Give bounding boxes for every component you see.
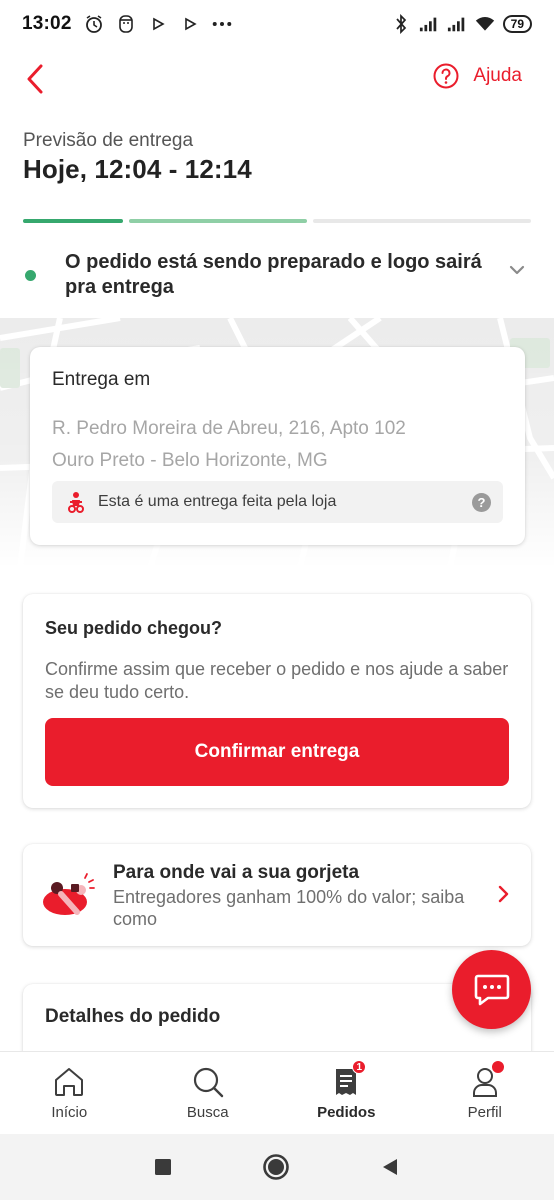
status-bar: 13:02 79 xyxy=(0,0,554,48)
nav-pedidos[interactable]: 1 Pedidos xyxy=(277,1052,416,1133)
confirm-delivery-button[interactable]: Confirmar entrega xyxy=(45,718,509,786)
tip-info-card[interactable]: Para onde vai a sua gorjeta Entregadores… xyxy=(23,844,531,946)
wifi-icon xyxy=(475,14,495,34)
chevron-left-icon xyxy=(27,64,43,94)
alarm-icon xyxy=(84,14,104,34)
nav-perfil[interactable]: Perfil xyxy=(416,1052,554,1133)
address-line-1: R. Pedro Moreira de Abreu, 216, Apto 102 xyxy=(52,418,406,439)
signal-icon xyxy=(447,14,467,34)
system-navigation xyxy=(0,1134,554,1200)
delivery-title: Entrega em xyxy=(52,369,151,390)
chevron-right-icon xyxy=(498,885,509,903)
scooter-icon xyxy=(68,492,84,513)
battery-indicator: 79 xyxy=(502,15,532,33)
status-dot xyxy=(25,270,36,281)
help-icon[interactable]: ? xyxy=(472,492,491,512)
orders-badge: 1 xyxy=(352,1060,367,1074)
tip-illustration-icon xyxy=(43,873,95,915)
face-icon xyxy=(116,14,136,34)
top-header: Ajuda xyxy=(0,55,554,105)
profile-badge-dot xyxy=(490,1060,505,1074)
chat-icon xyxy=(474,974,509,1005)
nav-label: Busca xyxy=(186,1104,229,1121)
tip-title: Para onde vai a sua gorjeta xyxy=(113,862,360,883)
status-time: 13:02 xyxy=(22,13,72,34)
home-circle-icon[interactable] xyxy=(262,1153,290,1181)
recents-icon[interactable] xyxy=(154,1158,172,1176)
bottom-navigation: Início Busca 1 Pedidos Perfil xyxy=(0,1051,554,1133)
store-note-text: Esta é uma entrega feita pela loja xyxy=(98,493,337,510)
tip-description: Entregadores ganham 100% do valor; saiba… xyxy=(113,887,465,929)
more-icon xyxy=(212,14,232,34)
progress-step-1 xyxy=(23,219,123,223)
nav-label: Pedidos xyxy=(317,1104,376,1121)
progress-step-3 xyxy=(313,219,531,223)
signal-icon xyxy=(419,14,439,34)
arrived-description: Confirme assim que receber o pedido e no… xyxy=(45,659,509,702)
arrived-title: Seu pedido chegou? xyxy=(45,618,223,638)
chat-button[interactable] xyxy=(452,950,531,1029)
delivery-progress xyxy=(23,219,531,223)
help-label: Ajuda xyxy=(473,65,522,86)
help-button[interactable]: Ajuda xyxy=(433,63,522,89)
play-icon xyxy=(148,14,168,34)
order-arrived-card: Seu pedido chegou? Confirme assim que re… xyxy=(23,594,531,808)
order-status-text: O pedido está sendo preparado e logo sai… xyxy=(65,251,482,298)
play-icon xyxy=(180,14,200,34)
delivery-address-card: Entrega em R. Pedro Moreira de Abreu, 21… xyxy=(30,347,525,545)
home-icon xyxy=(55,1068,84,1096)
address-line-2: Ouro Preto - Belo Horizonte, MG xyxy=(52,450,328,471)
search-icon xyxy=(193,1067,223,1098)
nav-label: Perfil xyxy=(467,1104,502,1121)
forecast-value: Hoje, 12:04 - 12:14 xyxy=(23,154,252,184)
progress-step-2 xyxy=(129,219,307,223)
store-delivery-note[interactable]: Esta é uma entrega feita pela loja ? xyxy=(52,481,503,523)
bluetooth-icon xyxy=(391,14,411,34)
forecast-label: Previsão de entrega xyxy=(23,130,194,151)
question-circle-icon xyxy=(433,63,459,89)
order-status-row[interactable]: O pedido está sendo preparado e logo sai… xyxy=(23,250,531,306)
chevron-down-icon xyxy=(509,265,525,275)
details-title: Detalhes do pedido xyxy=(45,1006,221,1027)
nav-busca[interactable]: Busca xyxy=(139,1052,278,1133)
back-button[interactable] xyxy=(24,61,60,97)
back-triangle-icon[interactable] xyxy=(380,1157,400,1177)
nav-inicio[interactable]: Início xyxy=(0,1052,139,1133)
nav-label: Início xyxy=(51,1104,88,1121)
